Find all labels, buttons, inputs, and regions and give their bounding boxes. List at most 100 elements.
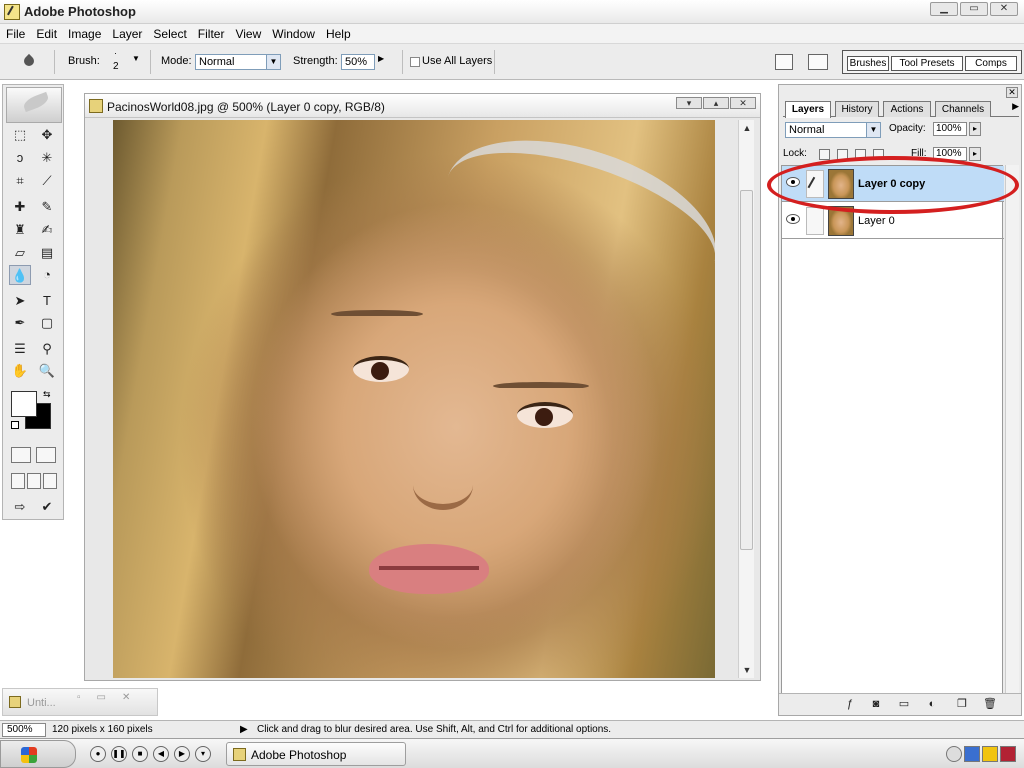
menu-image[interactable]: Image: [68, 27, 101, 41]
hand-tool-icon[interactable]: ✋: [9, 361, 31, 381]
dodge-tool-icon[interactable]: ◔: [36, 265, 58, 285]
minimize-button[interactable]: ▁: [930, 2, 958, 16]
media-record-icon[interactable]: ●: [90, 746, 106, 762]
opacity-slider-icon[interactable]: ▸: [969, 122, 981, 136]
well-tab-brushes[interactable]: Brushes: [847, 56, 889, 71]
scrollbar-thumb[interactable]: [740, 190, 753, 550]
file-browser-icon[interactable]: [775, 54, 793, 70]
tab-actions[interactable]: Actions: [883, 101, 931, 117]
marquee-tool-icon[interactable]: ⬚: [9, 125, 31, 145]
pen-tool-icon[interactable]: ✒: [9, 313, 31, 333]
minimized-document[interactable]: Unti... ▫▭✕: [2, 688, 158, 716]
new-group-icon[interactable]: ▭: [897, 698, 911, 711]
layer-style-icon[interactable]: ƒ: [843, 698, 857, 711]
fill-slider-icon[interactable]: ▸: [969, 147, 981, 161]
layers-scrollbar[interactable]: [1005, 165, 1019, 695]
tray-network-icon[interactable]: [964, 746, 980, 762]
tray-ati-icon[interactable]: [982, 746, 998, 762]
minimized-document-controls[interactable]: ▫▭✕: [77, 692, 146, 703]
tab-channels[interactable]: Channels: [935, 101, 991, 117]
eyedropper-tool-icon[interactable]: ⚲: [36, 339, 58, 359]
media-next-icon[interactable]: ▶: [174, 746, 190, 762]
slice-tool-icon[interactable]: ⟋: [36, 171, 58, 191]
jump-to-imageready-icon[interactable]: ⇨: [9, 497, 31, 517]
move-tool-icon[interactable]: ✥: [36, 125, 58, 145]
blur-tool-icon[interactable]: 💧: [9, 265, 31, 285]
document-vertical-scrollbar[interactable]: ▲ ▼: [738, 120, 754, 678]
crop-tool-icon[interactable]: ⌗: [9, 171, 31, 191]
lock-transparency-icon[interactable]: [819, 149, 830, 160]
menu-help[interactable]: Help: [326, 27, 351, 41]
trash-icon[interactable]: 🗑: [983, 698, 997, 711]
media-stop-icon[interactable]: ■: [132, 746, 148, 762]
palette-close-icon[interactable]: ✕: [1006, 87, 1018, 98]
foreground-color-swatch[interactable]: [11, 391, 37, 417]
strength-input[interactable]: 50%: [341, 54, 375, 70]
well-tab-comps[interactable]: Comps: [965, 56, 1017, 71]
screen-mode-full-menu-icon[interactable]: [27, 473, 41, 489]
lasso-tool-icon[interactable]: ↄ: [9, 148, 31, 168]
scroll-down-icon[interactable]: ▼: [739, 662, 755, 678]
image-canvas[interactable]: [113, 120, 715, 678]
history-brush-tool-icon[interactable]: ✍: [36, 220, 58, 240]
start-button[interactable]: [0, 740, 76, 768]
maximize-button[interactable]: ▭: [960, 2, 988, 16]
tab-layers[interactable]: Layers: [785, 101, 831, 118]
blend-mode-select[interactable]: Normal ▼: [785, 122, 881, 138]
media-pause-icon[interactable]: ❚❚: [111, 746, 127, 762]
type-tool-icon[interactable]: T: [36, 291, 58, 311]
healing-brush-tool-icon[interactable]: ✚: [9, 197, 31, 217]
zoom-tool-icon[interactable]: 🔍: [36, 361, 58, 381]
doc-close-button[interactable]: ✕: [730, 97, 756, 109]
gradient-tool-icon[interactable]: ▤: [36, 243, 58, 263]
path-selection-tool-icon[interactable]: ➤: [9, 291, 31, 311]
layer-mask-icon[interactable]: ◙: [869, 698, 883, 711]
use-all-layers-checkbox[interactable]: [410, 57, 420, 67]
brush-size[interactable]: 2: [113, 61, 119, 72]
brush-dropdown-icon[interactable]: ▼: [132, 54, 140, 63]
doc-minimize-button[interactable]: ▾: [676, 97, 702, 109]
eraser-tool-icon[interactable]: ▱: [9, 243, 31, 263]
menu-edit[interactable]: Edit: [36, 27, 57, 41]
tab-history[interactable]: History: [835, 101, 879, 117]
screen-mode-full-icon[interactable]: [43, 473, 57, 489]
default-colors-icon[interactable]: [11, 421, 19, 429]
brush-tool-icon[interactable]: ✎: [36, 197, 58, 217]
palette-menu-icon[interactable]: ▶: [1012, 101, 1019, 112]
media-previous-icon[interactable]: ◀: [153, 746, 169, 762]
feather-logo-icon[interactable]: [6, 87, 62, 123]
zoom-input[interactable]: 500%: [2, 723, 46, 737]
clone-stamp-tool-icon[interactable]: ♜: [9, 220, 31, 240]
layer-link-cell[interactable]: [806, 207, 824, 235]
magic-wand-tool-icon[interactable]: ✳: [36, 148, 58, 168]
blur-tool-preset-icon[interactable]: [22, 52, 36, 70]
adjustment-layer-icon[interactable]: ◐: [925, 698, 939, 711]
quick-mask-mode-button[interactable]: [36, 447, 56, 463]
new-layer-icon[interactable]: ❐: [955, 698, 969, 711]
brush-dot-icon[interactable]: ·: [114, 48, 117, 58]
taskbar-item-photoshop[interactable]: Adobe Photoshop: [226, 742, 406, 766]
scroll-up-icon[interactable]: ▲: [739, 120, 755, 136]
mode-select[interactable]: Normal ▼: [195, 54, 281, 70]
notes-tool-icon[interactable]: ☰: [9, 339, 31, 359]
menu-filter[interactable]: Filter: [198, 27, 225, 41]
strength-slider-icon[interactable]: ▶: [378, 54, 384, 63]
tray-language-icon[interactable]: [1000, 746, 1016, 762]
eye-icon[interactable]: [786, 214, 800, 224]
shape-tool-icon[interactable]: ▢: [36, 313, 58, 333]
document-title-bar[interactable]: PacinosWorld08.jpg @ 500% (Layer 0 copy,…: [85, 94, 760, 118]
menu-window[interactable]: Window: [272, 27, 315, 41]
opacity-input[interactable]: 100%: [933, 122, 967, 136]
menu-select[interactable]: Select: [153, 27, 186, 41]
swap-colors-icon[interactable]: ⇆: [43, 389, 51, 400]
standard-mode-button[interactable]: [11, 447, 31, 463]
menu-layer[interactable]: Layer: [112, 27, 142, 41]
close-button[interactable]: ✕: [990, 2, 1018, 16]
screen-mode-standard-icon[interactable]: [11, 473, 25, 489]
well-tab-tool-presets[interactable]: Tool Presets: [891, 56, 963, 71]
status-menu-icon[interactable]: ▶: [240, 724, 248, 735]
menu-view[interactable]: View: [235, 27, 261, 41]
print-icon[interactable]: [808, 54, 828, 70]
tray-back-icon[interactable]: [946, 746, 962, 762]
document-dimensions[interactable]: 120 pixels x 160 pixels: [52, 724, 153, 735]
